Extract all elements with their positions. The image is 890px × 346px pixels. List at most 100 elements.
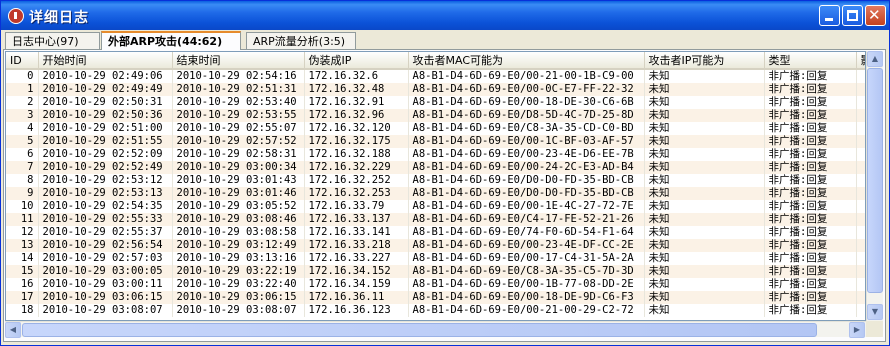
cell-spoofed-ip: 172.16.32.6 xyxy=(304,69,409,83)
cell-start-time: 2010-10-29 02:54:35 xyxy=(38,200,173,213)
cell-attacker-mac: A8-B1-D4-6D-69-E0/00-23-4E-D6-EE-7B xyxy=(408,148,645,161)
cell-impact xyxy=(856,252,865,265)
scroll-down-button[interactable]: ▼ xyxy=(867,304,883,320)
scrollbar-corner xyxy=(866,321,883,337)
column-header-attacker-mac[interactable]: 攻击者MAC可能为 xyxy=(408,52,645,70)
cell-impact xyxy=(856,83,865,96)
cell-end-time: 2010-10-29 02:57:52 xyxy=(172,135,305,148)
arrow-down-icon: ▼ xyxy=(871,307,879,316)
cell-attacker-ip: 未知 xyxy=(644,69,765,83)
cell-attacker-ip: 未知 xyxy=(644,304,765,317)
column-header-id[interactable]: ID xyxy=(6,52,39,70)
cell-id: 9 xyxy=(6,187,39,200)
cell-impact xyxy=(856,226,865,239)
cell-start-time: 2010-10-29 03:00:05 xyxy=(38,265,173,278)
maximize-icon xyxy=(847,10,858,21)
cell-attacker-ip: 未知 xyxy=(644,135,765,148)
cell-impact xyxy=(856,265,865,278)
table-row[interactable]: 10 2010-10-29 02:54:35 2010-10-29 03:05:52… xyxy=(6,200,865,213)
tab-external-arp-attack[interactable]: 外部ARP攻击(44:62) xyxy=(101,31,241,50)
cell-attacker-mac: A8-B1-D4-6D-69-E0/74-F0-6D-54-F1-64 xyxy=(408,226,645,239)
cell-id: 11 xyxy=(6,213,39,226)
cell-end-time: 2010-10-29 03:22:19 xyxy=(172,265,305,278)
cell-type: 非广播:回复 xyxy=(764,278,857,291)
table-row[interactable]: 6 2010-10-29 02:52:09 2010-10-29 02:58:31 1… xyxy=(6,148,865,161)
shield-icon xyxy=(8,8,24,24)
cell-end-time: 2010-10-29 03:12:49 xyxy=(172,239,305,252)
table-row[interactable]: 11 2010-10-29 02:55:33 2010-10-29 03:08:46… xyxy=(6,213,865,226)
vertical-scrollbar[interactable]: ▲ ▼ xyxy=(866,51,883,321)
column-header-end-time[interactable]: 结束时间 xyxy=(172,52,305,70)
table-row[interactable]: 2 2010-10-29 02:50:31 2010-10-29 02:53:40 1… xyxy=(6,96,865,109)
column-header-start-time[interactable]: 开始时间 xyxy=(38,52,173,70)
table-row[interactable]: 15 2010-10-29 03:00:05 2010-10-29 03:22:19… xyxy=(6,265,865,278)
cell-id: 2 xyxy=(6,96,39,109)
cell-start-time: 2010-10-29 02:49:06 xyxy=(38,69,173,83)
cell-attacker-mac: A8-B1-D4-6D-69-E0/00-1B-77-08-DD-2E xyxy=(408,278,645,291)
cell-start-time: 2010-10-29 02:49:49 xyxy=(38,83,173,96)
cell-attacker-mac: A8-B1-D4-6D-69-E0/00-1E-4C-27-72-7E xyxy=(408,200,645,213)
title-bar[interactable]: 详细日志 ✕ xyxy=(1,1,889,30)
cell-spoofed-ip: 172.16.32.229 xyxy=(304,161,409,174)
table-row[interactable]: 9 2010-10-29 02:53:13 2010-10-29 03:01:46 1… xyxy=(6,187,865,200)
attack-log-table[interactable]: ID 开始时间 结束时间 伪装成IP 攻击者MAC可能为 攻击者IP可能为 类型… xyxy=(5,51,866,321)
table-row[interactable]: 14 2010-10-29 02:57:03 2010-10-29 03:13:16… xyxy=(6,252,865,265)
table-row[interactable]: 12 2010-10-29 02:55:37 2010-10-29 03:08:58… xyxy=(6,226,865,239)
table-row[interactable]: 4 2010-10-29 02:51:00 2010-10-29 02:55:07 1… xyxy=(6,122,865,135)
column-header-spoofed-ip[interactable]: 伪装成IP xyxy=(304,52,409,70)
scroll-right-button[interactable]: ▶ xyxy=(849,322,865,338)
cell-type: 非广播:回复 xyxy=(764,187,857,200)
cell-spoofed-ip: 172.16.36.123 xyxy=(304,304,409,317)
table-header: ID 开始时间 结束时间 伪装成IP 攻击者MAC可能为 攻击者IP可能为 类型… xyxy=(6,52,865,70)
cell-attacker-ip: 未知 xyxy=(644,200,765,213)
cell-start-time: 2010-10-29 02:51:00 xyxy=(38,122,173,135)
table-row[interactable]: 13 2010-10-29 02:56:54 2010-10-29 03:12:49… xyxy=(6,239,865,252)
cell-start-time: 2010-10-29 02:50:31 xyxy=(38,96,173,109)
arrow-up-icon: ▲ xyxy=(871,54,879,63)
table-row[interactable]: 5 2010-10-29 02:51:55 2010-10-29 02:57:52 1… xyxy=(6,135,865,148)
cell-type: 非广播:回复 xyxy=(764,304,857,317)
scroll-left-button[interactable]: ◀ xyxy=(5,322,21,338)
maximize-button[interactable] xyxy=(842,5,863,26)
column-header-impact[interactable]: 影 xyxy=(856,52,865,70)
column-header-type[interactable]: 类型 xyxy=(764,52,857,70)
cell-id: 14 xyxy=(6,252,39,265)
cell-attacker-mac: A8-B1-D4-6D-69-E0/D8-5D-4C-7D-25-8D xyxy=(408,109,645,122)
cell-type: 非广播:回复 xyxy=(764,239,857,252)
column-header-attacker-ip[interactable]: 攻击者IP可能为 xyxy=(644,52,765,70)
cell-impact xyxy=(856,69,865,83)
table-row[interactable]: 16 2010-10-29 03:00:11 2010-10-29 03:22:40… xyxy=(6,278,865,291)
horizontal-scrollbar[interactable]: ◀ ▶ xyxy=(5,321,866,338)
arrow-right-icon: ▶ xyxy=(853,325,861,334)
cell-attacker-mac: A8-B1-D4-6D-69-E0/D0-D0-FD-35-BD-CB xyxy=(408,174,645,187)
minimize-button[interactable] xyxy=(819,5,840,26)
scroll-up-button[interactable]: ▲ xyxy=(867,51,883,67)
cell-attacker-mac: A8-B1-D4-6D-69-E0/D0-D0-FD-35-BD-CB xyxy=(408,187,645,200)
cell-spoofed-ip: 172.16.34.159 xyxy=(304,278,409,291)
cell-type: 非广播:回复 xyxy=(764,96,857,109)
tab-log-center[interactable]: 日志中心(97) xyxy=(5,32,100,49)
cell-attacker-ip: 未知 xyxy=(644,96,765,109)
table-row[interactable]: 7 2010-10-29 02:52:49 2010-10-29 03:00:34 1… xyxy=(6,161,865,174)
table-row[interactable]: 0 2010-10-29 02:49:06 2010-10-29 02:54:16 1… xyxy=(6,69,865,83)
cell-attacker-ip: 未知 xyxy=(644,252,765,265)
cell-id: 7 xyxy=(6,161,39,174)
cell-impact xyxy=(856,135,865,148)
vertical-scroll-thumb[interactable] xyxy=(867,68,883,293)
cell-end-time: 2010-10-29 03:00:34 xyxy=(172,161,305,174)
table-row[interactable]: 8 2010-10-29 02:53:12 2010-10-29 03:01:43 1… xyxy=(6,174,865,187)
table-row[interactable]: 17 2010-10-29 03:06:15 2010-10-29 03:06:15… xyxy=(6,291,865,304)
close-button[interactable]: ✕ xyxy=(865,5,886,26)
table-row[interactable]: 18 2010-10-29 03:08:07 2010-10-29 03:08:07… xyxy=(6,304,865,317)
cell-end-time: 2010-10-29 02:51:31 xyxy=(172,83,305,96)
cell-spoofed-ip: 172.16.32.253 xyxy=(304,187,409,200)
table-row[interactable]: 1 2010-10-29 02:49:49 2010-10-29 02:51:31 1… xyxy=(6,83,865,96)
cell-id: 4 xyxy=(6,122,39,135)
window-title: 详细日志 xyxy=(29,10,89,26)
minimize-icon xyxy=(825,18,833,21)
tab-arp-traffic-analysis[interactable]: ARP流量分析(3:5) xyxy=(246,32,356,49)
cell-attacker-mac: A8-B1-D4-6D-69-E0/00-18-DE-30-C6-6B xyxy=(408,96,645,109)
cell-id: 13 xyxy=(6,239,39,252)
horizontal-scroll-thumb[interactable] xyxy=(22,323,817,337)
table-row[interactable]: 3 2010-10-29 02:50:36 2010-10-29 02:53:55 1… xyxy=(6,109,865,122)
